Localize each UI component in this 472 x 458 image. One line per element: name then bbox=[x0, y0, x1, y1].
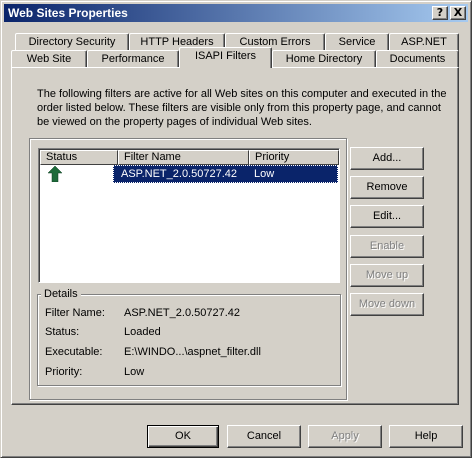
detail-filter-name-label: Filter Name: bbox=[45, 307, 105, 319]
tab-performance[interactable]: Performance bbox=[87, 50, 179, 68]
column-status[interactable]: Status bbox=[40, 150, 118, 165]
ok-button[interactable]: OK bbox=[147, 425, 219, 448]
tab-directory-security[interactable]: Directory Security bbox=[15, 33, 129, 51]
enable-button[interactable]: Enable bbox=[350, 235, 424, 258]
edit-button[interactable]: Edit... bbox=[350, 205, 424, 228]
help-title-button[interactable]: ? bbox=[432, 6, 448, 20]
tab-home-directory[interactable]: Home Directory bbox=[272, 50, 376, 68]
help-button[interactable]: Help bbox=[389, 425, 463, 448]
detail-filter-name-value: ASP.NET_2.0.50727.42 bbox=[124, 307, 240, 319]
filters-list[interactable]: Status Filter Name Priority ASP.NET_2.0.… bbox=[38, 148, 340, 283]
move-up-button[interactable]: Move up bbox=[350, 264, 424, 287]
table-row[interactable]: ASP.NET_2.0.50727.42 Low bbox=[40, 165, 338, 183]
status-up-arrow-icon bbox=[48, 166, 62, 182]
row-priority: Low bbox=[254, 168, 275, 180]
tab-service[interactable]: Service bbox=[325, 33, 389, 51]
details-label: Details bbox=[41, 288, 81, 300]
tab-web-site[interactable]: Web Site bbox=[11, 50, 87, 68]
row-filter-name: ASP.NET_2.0.50727.42 bbox=[121, 168, 237, 180]
column-priority[interactable]: Priority bbox=[249, 150, 339, 165]
tab-documents[interactable]: Documents bbox=[376, 50, 459, 68]
cancel-button[interactable]: Cancel bbox=[227, 425, 301, 448]
remove-button[interactable]: Remove bbox=[350, 176, 424, 199]
detail-priority-label: Priority: bbox=[45, 366, 83, 378]
window-title: Web Sites Properties bbox=[8, 6, 128, 20]
detail-executable-label: Executable: bbox=[45, 346, 103, 358]
add-button[interactable]: Add... bbox=[350, 147, 424, 170]
detail-priority-value: Low bbox=[124, 366, 145, 378]
detail-status-label: Status: bbox=[45, 326, 80, 338]
detail-status-value: Loaded bbox=[124, 326, 161, 338]
column-filter-name[interactable]: Filter Name bbox=[118, 150, 249, 165]
title-bar[interactable]: Web Sites Properties ? X bbox=[4, 4, 468, 22]
filters-description: The following filters are active for all… bbox=[37, 88, 447, 128]
properties-window: Web Sites Properties ? X Directory Secur… bbox=[0, 0, 472, 458]
move-down-button[interactable]: Move down bbox=[350, 293, 424, 316]
tab-isapi-filters[interactable]: ISAPI Filters bbox=[179, 47, 272, 68]
apply-button[interactable]: Apply bbox=[308, 425, 382, 448]
close-title-button[interactable]: X bbox=[450, 6, 466, 20]
tab-asp-net[interactable]: ASP.NET bbox=[389, 33, 459, 51]
list-header: Status Filter Name Priority bbox=[40, 150, 339, 165]
detail-executable-value: E:\WINDO...\aspnet_filter.dll bbox=[124, 346, 261, 358]
